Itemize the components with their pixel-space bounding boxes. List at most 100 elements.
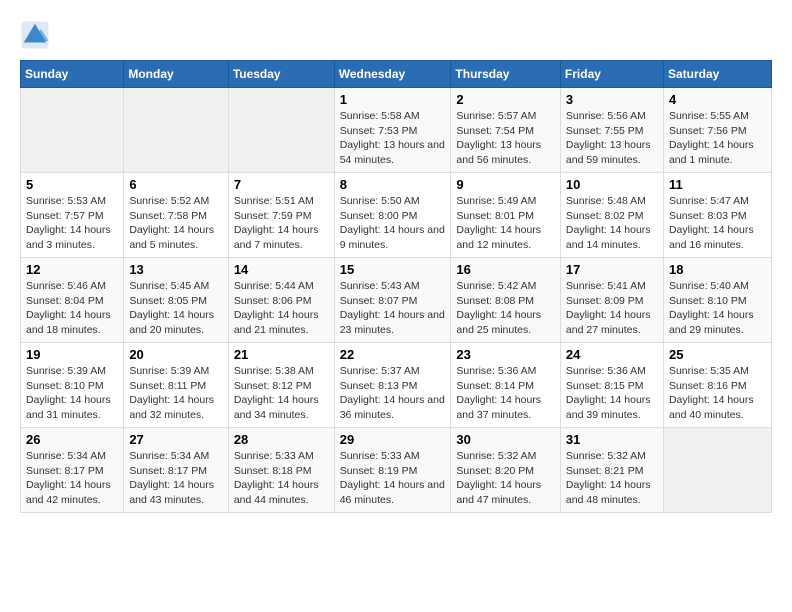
calendar-cell: 15Sunrise: 5:43 AMSunset: 8:07 PMDayligh… xyxy=(334,258,451,343)
day-number: 16 xyxy=(456,262,555,277)
calendar-cell: 14 Sunrise: 5:44 AMSunset: 8:06 PMDayligh… xyxy=(228,258,334,343)
calendar-cell: 6Sunrise: 5:52 AMSunset: 7:58 PMDaylight… xyxy=(124,173,228,258)
day-number: 8 xyxy=(340,177,446,192)
calendar-cell: 25Sunrise: 5:35 AMSunset: 8:16 PMDayligh… xyxy=(663,343,771,428)
day-header-thursday: Thursday xyxy=(451,61,561,88)
day-number: 14 xyxy=(234,262,329,277)
day-number: 9 xyxy=(456,177,555,192)
day-number: 5 xyxy=(26,177,118,192)
week-row-5: 26 Sunrise: 5:34 AMSunset: 8:17 PMDayligh… xyxy=(21,428,772,513)
calendar-cell xyxy=(663,428,771,513)
calendar-cell: 10 Sunrise: 5:48 AMSunset: 8:02 PMDayligh… xyxy=(560,173,663,258)
day-info: Sunrise: 5:50 AMSunset: 8:00 PMDaylight:… xyxy=(340,194,446,253)
week-row-4: 19Sunrise: 5:39 AMSunset: 8:10 PMDayligh… xyxy=(21,343,772,428)
day-header-sunday: Sunday xyxy=(21,61,124,88)
calendar-cell: 29 Sunrise: 5:33 AMSunset: 8:19 PMDayligh… xyxy=(334,428,451,513)
calendar-cell: 30Sunrise: 5:32 AMSunset: 8:20 PMDayligh… xyxy=(451,428,561,513)
day-number: 13 xyxy=(129,262,222,277)
calendar-cell: 26Sunrise: 5:34 AMSunset: 8:17 PMDayligh… xyxy=(21,428,124,513)
day-info: Sunrise: 5:45 AMSunset: 8:05 PMDaylight:… xyxy=(129,279,222,338)
day-info: Sunrise: 5:57 AMSunset: 7:54 PMDaylight:… xyxy=(456,109,555,168)
day-info: Sunrise: 5:55 AMSunset: 7:56 PMDaylight:… xyxy=(669,109,766,168)
day-number: 23 xyxy=(456,347,555,362)
day-header-saturday: Saturday xyxy=(663,61,771,88)
day-number: 10 xyxy=(566,177,658,192)
day-number: 28 xyxy=(234,432,329,447)
day-info: Sunrise: 5:36 AMSunset: 8:14 PMDaylight:… xyxy=(456,364,555,423)
day-info: Sunrise: 5:39 AMSunset: 8:11 PMDaylight:… xyxy=(129,364,222,423)
day-info: Sunrise: 5:58 AMSunset: 7:53 PMDaylight:… xyxy=(340,109,446,168)
day-number: 27 xyxy=(129,432,222,447)
day-info: Sunrise: 5:48 AMSunset: 8:02 PMDaylight:… xyxy=(566,194,658,253)
calendar-cell xyxy=(124,88,228,173)
day-info: Sunrise: 5:39 AMSunset: 8:10 PMDaylight:… xyxy=(26,364,118,423)
day-info: Sunrise: 5:53 AMSunset: 7:57 PMDaylight:… xyxy=(26,194,118,253)
day-info: Sunrise: 5:33 AMSunset: 8:18 PMDaylight:… xyxy=(234,449,329,508)
day-number: 29 xyxy=(340,432,446,447)
day-info: Sunrise: 5:41 AMSunset: 8:09 PMDaylight:… xyxy=(566,279,658,338)
day-number: 17 xyxy=(566,262,658,277)
calendar-table: SundayMondayTuesdayWednesdayThursdayFrid… xyxy=(20,60,772,513)
day-number: 26 xyxy=(26,432,118,447)
calendar-cell: 4 Sunrise: 5:55 AMSunset: 7:56 PMDaylight… xyxy=(663,88,771,173)
calendar-cell: 27 Sunrise: 5:34 AMSunset: 8:17 PMDayligh… xyxy=(124,428,228,513)
calendar-cell: 7Sunrise: 5:51 AMSunset: 7:59 PMDaylight… xyxy=(228,173,334,258)
calendar-cell: 13 Sunrise: 5:45 AMSunset: 8:05 PMDayligh… xyxy=(124,258,228,343)
calendar-cell: 20 Sunrise: 5:39 AMSunset: 8:11 PMDayligh… xyxy=(124,343,228,428)
day-number: 25 xyxy=(669,347,766,362)
day-info: Sunrise: 5:38 AMSunset: 8:12 PMDaylight:… xyxy=(234,364,329,423)
day-number: 3 xyxy=(566,92,658,107)
page-header xyxy=(20,20,772,50)
calendar-cell: 1 Sunrise: 5:58 AMSunset: 7:53 PMDaylight… xyxy=(334,88,451,173)
day-header-wednesday: Wednesday xyxy=(334,61,451,88)
day-info: Sunrise: 5:34 AMSunset: 8:17 PMDaylight:… xyxy=(129,449,222,508)
calendar-cell: 5 Sunrise: 5:53 AMSunset: 7:57 PMDaylight… xyxy=(21,173,124,258)
day-info: Sunrise: 5:44 AMSunset: 8:06 PMDaylight:… xyxy=(234,279,329,338)
day-number: 18 xyxy=(669,262,766,277)
day-header-friday: Friday xyxy=(560,61,663,88)
calendar-cell: 17 Sunrise: 5:41 AMSunset: 8:09 PMDayligh… xyxy=(560,258,663,343)
calendar-cell: 31 Sunrise: 5:32 AMSunset: 8:21 PMDayligh… xyxy=(560,428,663,513)
calendar-cell xyxy=(228,88,334,173)
day-info: Sunrise: 5:32 AMSunset: 8:21 PMDaylight:… xyxy=(566,449,658,508)
day-info: Sunrise: 5:56 AMSunset: 7:55 PMDaylight:… xyxy=(566,109,658,168)
day-info: Sunrise: 5:52 AMSunset: 7:58 PMDaylight:… xyxy=(129,194,222,253)
calendar-cell: 9 Sunrise: 5:49 AMSunset: 8:01 PMDaylight… xyxy=(451,173,561,258)
calendar-cell: 11Sunrise: 5:47 AMSunset: 8:03 PMDayligh… xyxy=(663,173,771,258)
day-info: Sunrise: 5:47 AMSunset: 8:03 PMDaylight:… xyxy=(669,194,766,253)
day-header-monday: Monday xyxy=(124,61,228,88)
calendar-cell: 21Sunrise: 5:38 AMSunset: 8:12 PMDayligh… xyxy=(228,343,334,428)
day-info: Sunrise: 5:36 AMSunset: 8:15 PMDaylight:… xyxy=(566,364,658,423)
day-info: Sunrise: 5:42 AMSunset: 8:08 PMDaylight:… xyxy=(456,279,555,338)
calendar-cell: 12Sunrise: 5:46 AMSunset: 8:04 PMDayligh… xyxy=(21,258,124,343)
day-number: 22 xyxy=(340,347,446,362)
day-info: Sunrise: 5:37 AMSunset: 8:13 PMDaylight:… xyxy=(340,364,446,423)
day-info: Sunrise: 5:40 AMSunset: 8:10 PMDaylight:… xyxy=(669,279,766,338)
day-number: 1 xyxy=(340,92,446,107)
day-info: Sunrise: 5:49 AMSunset: 8:01 PMDaylight:… xyxy=(456,194,555,253)
calendar-cell: 16 Sunrise: 5:42 AMSunset: 8:08 PMDayligh… xyxy=(451,258,561,343)
day-info: Sunrise: 5:43 AMSunset: 8:07 PMDaylight:… xyxy=(340,279,446,338)
week-row-2: 5 Sunrise: 5:53 AMSunset: 7:57 PMDaylight… xyxy=(21,173,772,258)
day-info: Sunrise: 5:33 AMSunset: 8:19 PMDaylight:… xyxy=(340,449,446,508)
calendar-cell: 18 Sunrise: 5:40 AMSunset: 8:10 PMDayligh… xyxy=(663,258,771,343)
logo-icon xyxy=(20,20,50,50)
calendar-cell: 2 Sunrise: 5:57 AMSunset: 7:54 PMDaylight… xyxy=(451,88,561,173)
day-header-tuesday: Tuesday xyxy=(228,61,334,88)
week-row-1: 1 Sunrise: 5:58 AMSunset: 7:53 PMDaylight… xyxy=(21,88,772,173)
week-row-3: 12Sunrise: 5:46 AMSunset: 8:04 PMDayligh… xyxy=(21,258,772,343)
day-number: 4 xyxy=(669,92,766,107)
logo xyxy=(20,20,54,50)
calendar-cell: 3 Sunrise: 5:56 AMSunset: 7:55 PMDaylight… xyxy=(560,88,663,173)
day-info: Sunrise: 5:46 AMSunset: 8:04 PMDaylight:… xyxy=(26,279,118,338)
calendar-cell: 8 Sunrise: 5:50 AMSunset: 8:00 PMDaylight… xyxy=(334,173,451,258)
day-number: 24 xyxy=(566,347,658,362)
calendar-cell: 22 Sunrise: 5:37 AMSunset: 8:13 PMDayligh… xyxy=(334,343,451,428)
calendar-cell: 24 Sunrise: 5:36 AMSunset: 8:15 PMDayligh… xyxy=(560,343,663,428)
calendar-cell: 28 Sunrise: 5:33 AMSunset: 8:18 PMDayligh… xyxy=(228,428,334,513)
day-number: 20 xyxy=(129,347,222,362)
day-number: 31 xyxy=(566,432,658,447)
calendar-cell: 23 Sunrise: 5:36 AMSunset: 8:14 PMDayligh… xyxy=(451,343,561,428)
day-number: 2 xyxy=(456,92,555,107)
calendar-cell: 19Sunrise: 5:39 AMSunset: 8:10 PMDayligh… xyxy=(21,343,124,428)
